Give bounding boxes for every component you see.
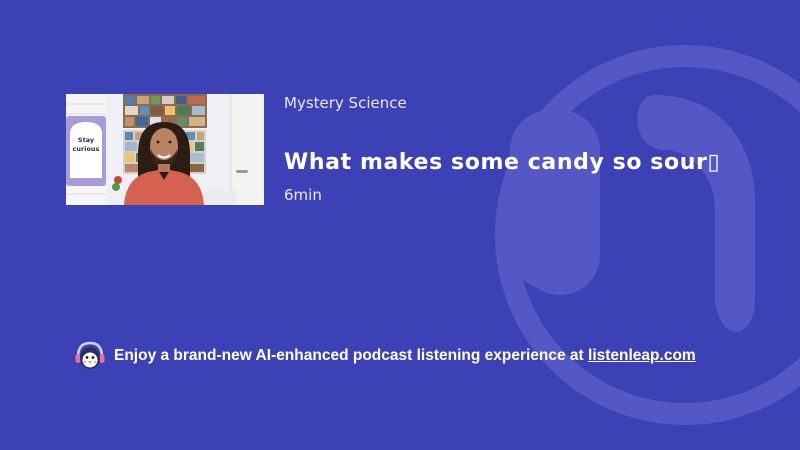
promo-message: Enjoy a brand-new AI-enhanced podcast li… bbox=[114, 347, 589, 364]
title-trailing-glyph: ▯ bbox=[707, 150, 721, 175]
penguin-headphones-icon bbox=[74, 341, 106, 371]
channel-name[interactable]: Mystery Science bbox=[284, 94, 407, 112]
listenleap-link[interactable]: listenleap.com bbox=[588, 347, 696, 364]
episode-title: What makes some candy so sour▯ bbox=[284, 150, 720, 175]
promo-text: Enjoy a brand-new AI-enhanced podcast li… bbox=[114, 347, 696, 365]
episode-thumbnail[interactable]: Stay curious bbox=[66, 94, 264, 205]
headphones-watermark-icon bbox=[470, 0, 800, 450]
promo-banner: Enjoy a brand-new AI-enhanced podcast li… bbox=[74, 341, 696, 371]
thumbnail-sign-line2: curious bbox=[73, 145, 100, 153]
episode-duration: 6min bbox=[284, 186, 322, 204]
episode-title-text: What makes some candy so sour bbox=[284, 150, 708, 175]
thumbnail-sign-line1: Stay bbox=[78, 136, 95, 144]
